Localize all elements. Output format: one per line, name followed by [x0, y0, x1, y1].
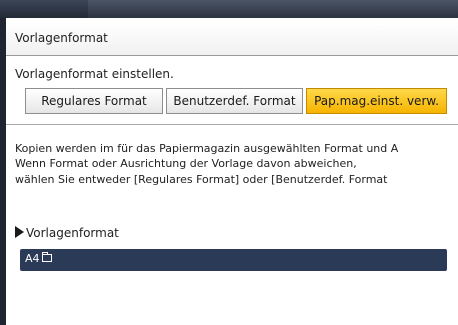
original-size-value-field[interactable] [20, 249, 447, 271]
section-heading-label: Vorlagenformat [26, 226, 119, 240]
paper-tray-setting-button[interactable]: Pap.mag.einst. verw. [306, 88, 447, 114]
top-strip-left [0, 0, 88, 18]
custom-format-button[interactable]: Benutzerdef. Format [166, 88, 303, 114]
original-size-value-label: A4 [25, 252, 40, 265]
dialog-panel [6, 18, 458, 325]
section-heading: Vorlagenformat [15, 226, 119, 240]
regular-format-label: Regulares Format [41, 94, 147, 108]
description-line-1: Kopien werden im für das Papiermagazin a… [15, 142, 399, 155]
regular-format-button[interactable]: Regulares Format [25, 88, 163, 114]
screen-frame: Vorlagenformat Vorlagenformat einstellen… [0, 0, 458, 325]
description-line-3: wählen Sie entweder [Regulares Format] o… [15, 173, 388, 186]
dialog-title: Vorlagenformat [15, 31, 108, 45]
triangle-right-icon [15, 226, 24, 238]
custom-format-label: Benutzerdef. Format [173, 94, 296, 108]
paper-tray-setting-label: Pap.mag.einst. verw. [314, 94, 439, 108]
separator [6, 124, 458, 125]
original-size-value: A4 [25, 252, 52, 265]
description-line-2: Wenn Format oder Ausrichtung der Vorlage… [15, 157, 357, 170]
instruction-text: Vorlagenformat einstellen. [15, 67, 174, 81]
paper-orientation-icon [41, 252, 52, 262]
